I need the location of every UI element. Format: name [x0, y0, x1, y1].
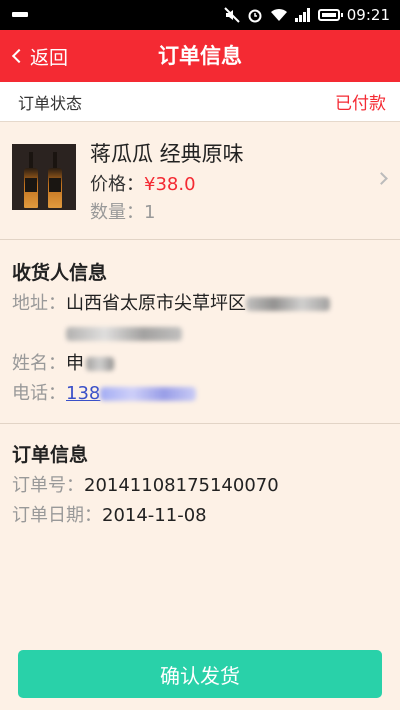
- order-date-label: 订单日期：: [12, 505, 102, 526]
- name-field: 姓名： 申: [12, 349, 388, 379]
- order-info-title: 订单信息: [12, 444, 89, 466]
- address-text: 山西省太原市尖草坪区: [66, 293, 246, 314]
- product-card[interactable]: 蒋瓜瓜 经典原味 价格：¥38.0 数量：1: [0, 122, 400, 240]
- product-price-row: 价格：¥38.0: [90, 170, 196, 196]
- redacted-block: [86, 357, 114, 371]
- redacted-block: [100, 387, 197, 401]
- signal-icon: [294, 8, 310, 22]
- address-field: 地址： 山西省太原市尖草坪区: [12, 289, 388, 349]
- address-label: 地址：: [12, 293, 66, 314]
- order-number-value: 20141108175140070: [84, 475, 279, 496]
- price-value: ¥38.0: [144, 174, 196, 195]
- product-quantity-row: 数量：1: [90, 198, 155, 224]
- phone-field: 电话： 138: [12, 379, 388, 409]
- order-status-value: 已付款: [335, 94, 386, 114]
- battery-icon: [317, 9, 343, 21]
- back-label: 返回: [30, 46, 69, 69]
- back-button[interactable]: 返回: [10, 30, 68, 82]
- address-value: 山西省太原市尖草坪区: [66, 289, 330, 349]
- alarm-icon: [248, 9, 262, 23]
- status-icons: 09:21: [224, 0, 390, 30]
- notification-icon: [12, 12, 28, 17]
- phone-label: 电话：: [12, 383, 66, 404]
- order-status-label: 订单状态: [18, 93, 83, 113]
- quantity-value: 1: [144, 202, 156, 223]
- product-image: [12, 144, 76, 210]
- redacted-block: [66, 327, 182, 341]
- order-date-value: 2014-11-08: [102, 505, 207, 526]
- confirm-shipment-button[interactable]: 确认发货: [18, 650, 382, 698]
- status-bar: 09:21: [0, 0, 400, 30]
- order-number-label: 订单号：: [12, 475, 84, 496]
- chevron-right-icon: [375, 172, 388, 185]
- order-status-row: 订单状态 已付款: [0, 82, 400, 122]
- name-label: 姓名：: [12, 353, 66, 374]
- clock: 09:21: [346, 6, 390, 24]
- redacted-block: [246, 297, 330, 311]
- phone-link[interactable]: 138: [66, 379, 197, 409]
- receiver-info-section: 收货人信息 地址： 山西省太原市尖草坪区 姓名： 申 电话： 138: [0, 252, 400, 424]
- nav-bar: 返回 订单信息: [0, 30, 400, 82]
- product-name: 蒋瓜瓜 经典原味: [90, 142, 244, 166]
- price-label: 价格：: [90, 174, 144, 195]
- mute-icon: [224, 7, 240, 23]
- quantity-label: 数量：: [90, 202, 144, 223]
- phone-text: 138: [66, 383, 101, 404]
- name-text: 申: [66, 353, 84, 374]
- order-info-section: 订单信息 订单号： 20141108175140070 订单日期： 2014-1…: [0, 436, 400, 531]
- receiver-info-title: 收货人信息: [12, 262, 108, 284]
- name-value: 申: [66, 349, 114, 379]
- chevron-left-icon: [11, 48, 27, 64]
- order-number-field: 订单号： 20141108175140070: [12, 471, 388, 501]
- wifi-icon: [270, 8, 287, 21]
- order-date-field: 订单日期： 2014-11-08: [12, 501, 388, 531]
